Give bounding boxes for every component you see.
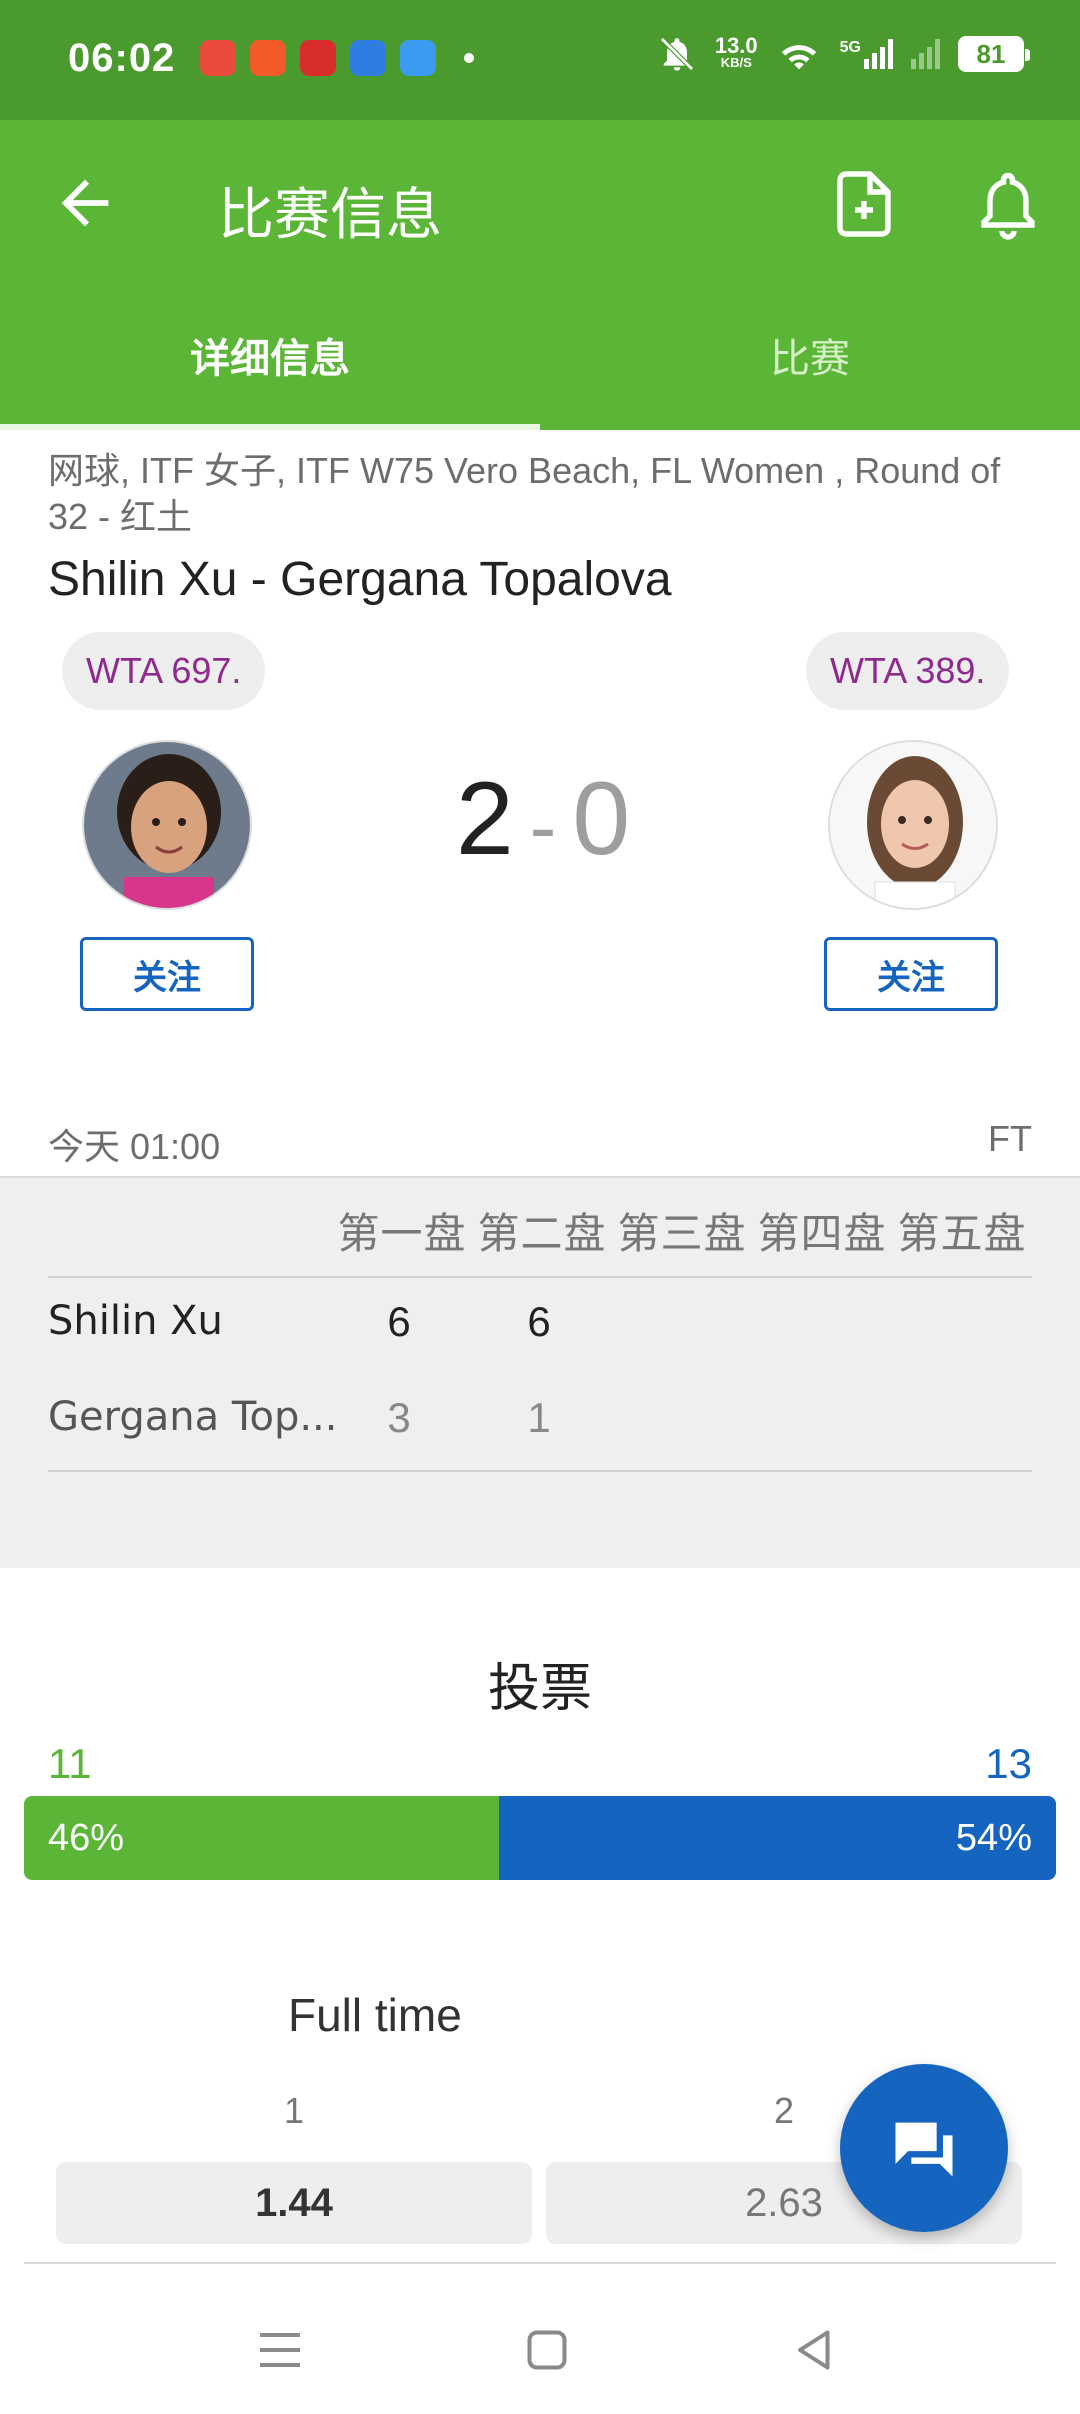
score-separator: - <box>529 782 561 871</box>
bell-icon <box>981 172 1035 240</box>
match-score: 2-0 <box>430 760 660 879</box>
nav-back-button[interactable] <box>785 2320 845 2380</box>
add-document-icon <box>837 171 891 237</box>
divider <box>48 1470 1032 1472</box>
notification-bell-button[interactable] <box>972 168 1044 240</box>
set-score: 1 <box>527 1394 551 1441</box>
vote-bar[interactable]: 46% 54% <box>24 1796 1056 1880</box>
set-row-away: Gergana Top... 3 1 <box>48 1394 1032 1454</box>
chat-fab-button[interactable] <box>840 2064 1008 2232</box>
set-header-4: 第四盘 <box>757 1210 887 1257</box>
vote-away-segment[interactable]: 54% <box>498 1796 1056 1880</box>
home-score: 2 <box>455 761 518 877</box>
follow-away-button[interactable]: 关注 <box>824 937 998 1011</box>
home-vote-count: 11 <box>48 1740 92 1787</box>
more-notifications-dot <box>464 53 474 63</box>
away-vote-percent: 54% <box>955 1816 1032 1859</box>
match-status: FT <box>988 1118 1032 1159</box>
status-right: 13.0 KB/S 5G 81 <box>657 33 1030 74</box>
home-rank-badge[interactable]: WTA 697. <box>62 632 266 710</box>
back-button[interactable] <box>50 168 120 238</box>
add-document-button[interactable] <box>828 168 900 240</box>
odds-home-button[interactable]: 1.44 <box>56 2162 532 2244</box>
player-photo <box>84 742 250 908</box>
page-title: 比赛信息 <box>218 183 442 246</box>
set-scores-panel: 第一盘 第二盘 第三盘 第四盘 第五盘 Shilin Xu 6 6 Gergan… <box>0 1176 1080 1568</box>
home-player-avatar[interactable] <box>82 740 252 910</box>
nav-menu-button[interactable] <box>250 2320 310 2380</box>
away-player-avatar[interactable] <box>828 740 998 910</box>
away-vote-count: 13 <box>985 1740 1032 1787</box>
vote-title: 投票 <box>487 1660 592 1718</box>
follow-home-button[interactable]: 关注 <box>80 937 254 1011</box>
wifi-icon <box>781 45 816 70</box>
net-speed-value: 13.0 <box>714 33 758 58</box>
match-meta: 网球, ITF 女子, ITF W75 Vero Beach, FL Women… <box>48 450 1001 537</box>
vote-home-segment[interactable]: 46% <box>24 1796 499 1880</box>
away-rank-badge[interactable]: WTA 389. <box>806 632 1010 710</box>
match-date-row: 今天 01:00 FT <box>48 1118 1032 1170</box>
signal-secondary-icon <box>911 39 940 69</box>
home-vote-percent: 46% <box>48 1816 125 1859</box>
set-header-2: 第二盘 <box>477 1210 607 1257</box>
set-headers: 第一盘 第二盘 第三盘 第四盘 第五盘 <box>332 1200 1032 1261</box>
net-speed-unit: KB/S <box>720 55 752 70</box>
set-score: 3 <box>387 1394 411 1441</box>
taobao-app-icon <box>300 40 336 76</box>
system-nav-bar <box>0 2280 1080 2414</box>
set-header-3: 第三盘 <box>617 1210 747 1257</box>
set-score: 6 <box>527 1298 551 1345</box>
set-score: 6 <box>387 1298 411 1345</box>
chat-icon <box>895 2122 953 2177</box>
set-row-player-name: Shilin Xu <box>48 1298 223 1344</box>
nav-home-button[interactable] <box>517 2320 577 2380</box>
tab-bar: 详细信息 比赛 <box>0 280 1080 430</box>
network-speed: 13.0 KB/S <box>714 33 758 71</box>
status-time: 06:02 <box>68 36 176 80</box>
weather-app-icon <box>400 40 436 76</box>
app-bar: 比赛信息 <box>0 120 1080 280</box>
active-tab-indicator <box>0 424 540 430</box>
back-triangle-icon <box>798 2330 830 2370</box>
tab-details[interactable]: 详细信息 <box>0 280 540 430</box>
battery-indicator: 81 <box>958 36 1030 72</box>
odds-label-home: 1 <box>283 2090 305 2131</box>
divider <box>48 1276 1032 1278</box>
tab-match[interactable]: 比赛 <box>540 280 1080 430</box>
app-icon-2 <box>250 40 286 76</box>
browser-app-icon <box>350 40 386 76</box>
signal-label: 5G <box>839 39 861 56</box>
set-header-5: 第五盘 <box>897 1210 1027 1257</box>
set-header-1: 第一盘 <box>337 1210 467 1257</box>
signal-5g-icon: 5G <box>840 39 893 69</box>
matchup-title: Shilin Xu - Gergana Topalova <box>48 553 672 606</box>
away-score: 0 <box>572 761 635 877</box>
arrow-left-icon <box>61 179 109 227</box>
status-bar: 06:02 13.0 KB/S 5G 81 <box>0 0 1080 120</box>
divider <box>24 2262 1056 2264</box>
notification-icons <box>200 40 474 76</box>
set-row-home: Shilin Xu 6 6 <box>48 1298 1032 1358</box>
match-date: 今天 01:00 <box>48 1126 221 1167</box>
home-square-icon <box>527 2330 567 2370</box>
menu-icon <box>260 2333 300 2367</box>
player-photo <box>830 742 996 908</box>
weibo-app-icon <box>200 40 236 76</box>
odds-title: Full time <box>288 1989 462 2041</box>
set-row-player-name: Gergana Top... <box>48 1394 338 1440</box>
mute-bell-icon <box>660 37 694 71</box>
